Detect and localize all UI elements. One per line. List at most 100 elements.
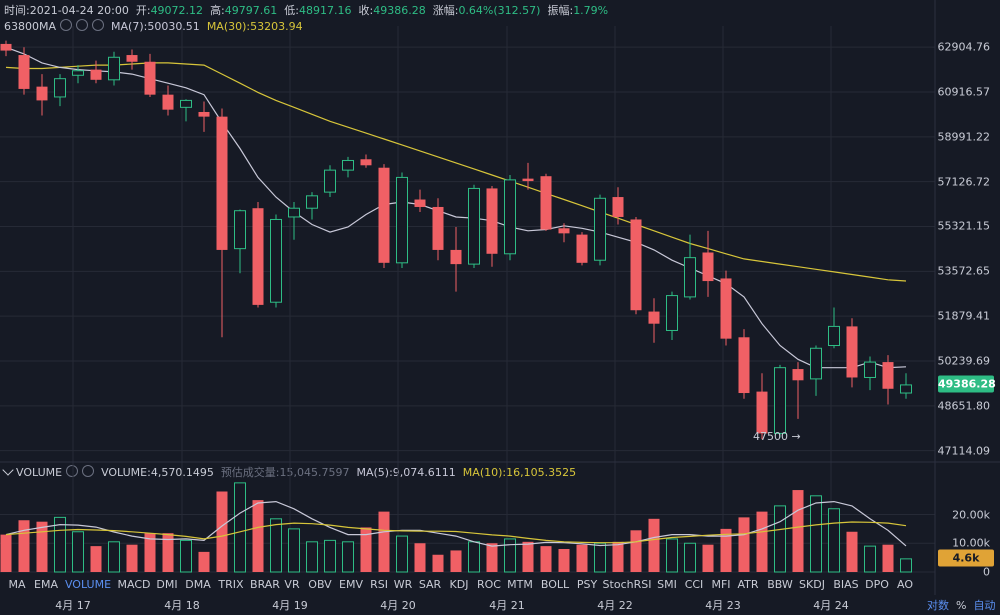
candle-body xyxy=(612,197,624,217)
tab-brar[interactable]: BRAR xyxy=(250,578,280,591)
price-tick-label: 48651.80 xyxy=(937,399,991,413)
vol-ma5-line xyxy=(5,500,907,547)
candle-body xyxy=(324,169,336,193)
candle-body xyxy=(90,69,102,80)
tab-emv[interactable]: EMV xyxy=(339,578,363,591)
tab-psy[interactable]: PSY xyxy=(577,578,597,591)
time-tick-label: 4月 21 xyxy=(489,599,525,612)
volume-bar xyxy=(324,539,336,573)
tab-dpo[interactable]: DPO xyxy=(865,578,889,591)
volume-bar xyxy=(288,528,300,573)
volume-bar xyxy=(432,554,444,572)
min-price-value: 47500 xyxy=(753,430,788,443)
volume-bar xyxy=(378,511,390,572)
tab-ema[interactable]: EMA xyxy=(34,578,58,591)
candle-body xyxy=(522,178,534,182)
tab-sar[interactable]: SAR xyxy=(419,578,441,591)
volume-tick-label: 20.00k xyxy=(952,508,990,521)
time-tick-label: 4月 23 xyxy=(705,599,741,612)
volume-bar xyxy=(342,541,354,573)
volume-bar xyxy=(630,530,642,572)
candle-body xyxy=(342,159,354,171)
volume-bar xyxy=(810,495,822,573)
tab-atr[interactable]: ATR xyxy=(737,578,758,591)
tab-smi[interactable]: SMI xyxy=(657,578,677,591)
volume-bar xyxy=(540,546,552,572)
volume-bar xyxy=(846,531,858,572)
tab-boll[interactable]: BOLL xyxy=(541,578,569,591)
tab-stochrsi[interactable]: StochRSI xyxy=(603,578,652,591)
arrow-right-icon: → xyxy=(791,430,801,443)
volume-bar xyxy=(594,542,606,573)
volume-bar xyxy=(108,541,120,573)
volume-bar xyxy=(828,508,840,573)
candle-body xyxy=(576,234,588,263)
volume-bars-group xyxy=(0,482,912,573)
time-tick-label: 4月 19 xyxy=(272,599,308,612)
tab-dma[interactable]: DMA xyxy=(185,578,211,591)
auto-scale-toggle[interactable]: 自动 xyxy=(973,599,995,612)
ma7-line-group xyxy=(5,46,907,369)
tab-roc[interactable]: ROC xyxy=(477,578,501,591)
candlestick-chart[interactable] xyxy=(0,0,1000,615)
volume-bar xyxy=(234,482,246,573)
time-tick-label: 4月 17 xyxy=(55,599,91,612)
price-tick-label: 55321.15 xyxy=(937,219,991,233)
tab-bias[interactable]: BIAS xyxy=(833,578,858,591)
candles-group xyxy=(0,40,912,440)
tab-skdj[interactable]: SKDJ xyxy=(799,578,825,591)
volume-bar xyxy=(612,541,624,572)
tab-volume[interactable]: VOLUME xyxy=(65,578,111,591)
tab-dmi[interactable]: DMI xyxy=(156,578,177,591)
candle-body xyxy=(558,228,570,234)
volume-bar xyxy=(522,541,534,572)
candle-body xyxy=(666,295,678,331)
price-tick-label: 51879.41 xyxy=(937,309,991,323)
tab-obv[interactable]: OBV xyxy=(308,578,331,591)
candle-body xyxy=(144,61,156,95)
candle-body xyxy=(684,257,696,298)
candle-body xyxy=(792,369,804,381)
percent-scale-toggle[interactable]: % xyxy=(956,599,966,612)
tab-trix[interactable]: TRIX xyxy=(218,578,243,591)
tab-macd[interactable]: MACD xyxy=(118,578,151,591)
volume-bar xyxy=(396,535,408,573)
candle-body xyxy=(882,362,894,389)
volume-bar xyxy=(306,541,318,573)
candle-body xyxy=(504,179,516,255)
candle-body xyxy=(0,43,12,51)
log-scale-toggle[interactable]: 对数 xyxy=(927,599,949,612)
tab-vr[interactable]: VR xyxy=(284,578,299,591)
candle-body xyxy=(54,78,66,98)
volume-bar xyxy=(684,542,696,573)
candle-body xyxy=(720,278,732,339)
volume-bar xyxy=(126,544,138,572)
tab-mtm[interactable]: MTM xyxy=(507,578,533,591)
min-price-annotation: 47500 → xyxy=(753,430,801,443)
volume-bar xyxy=(882,544,894,572)
volume-bar xyxy=(504,538,516,573)
price-tick-label: 57126.72 xyxy=(937,175,991,189)
candle-body xyxy=(360,159,372,166)
current-volume-tag: 4.6k xyxy=(938,549,994,567)
volume-bar xyxy=(270,518,282,573)
candle-body xyxy=(432,206,444,250)
volume-bar xyxy=(666,538,678,573)
candle-body xyxy=(306,195,318,209)
candle-body xyxy=(288,207,300,218)
tab-ao[interactable]: AO xyxy=(897,578,913,591)
candle-body xyxy=(486,188,498,254)
tab-ma[interactable]: MA xyxy=(8,578,25,591)
tab-rsi[interactable]: RSI xyxy=(370,578,388,591)
candle-body xyxy=(810,347,822,380)
candle-body xyxy=(396,176,408,264)
tab-kdj[interactable]: KDJ xyxy=(450,578,469,591)
price-tick-label: 60916.57 xyxy=(937,85,991,99)
tab-mfi[interactable]: MFI xyxy=(711,578,730,591)
tab-wr[interactable]: WR xyxy=(394,578,413,591)
tab-cci[interactable]: CCI xyxy=(685,578,704,591)
tab-bbw[interactable]: BBW xyxy=(767,578,793,591)
price-tick-label: 62904.76 xyxy=(937,40,991,54)
candle-body xyxy=(378,167,390,263)
volume-tick-label: 0 xyxy=(983,565,990,579)
